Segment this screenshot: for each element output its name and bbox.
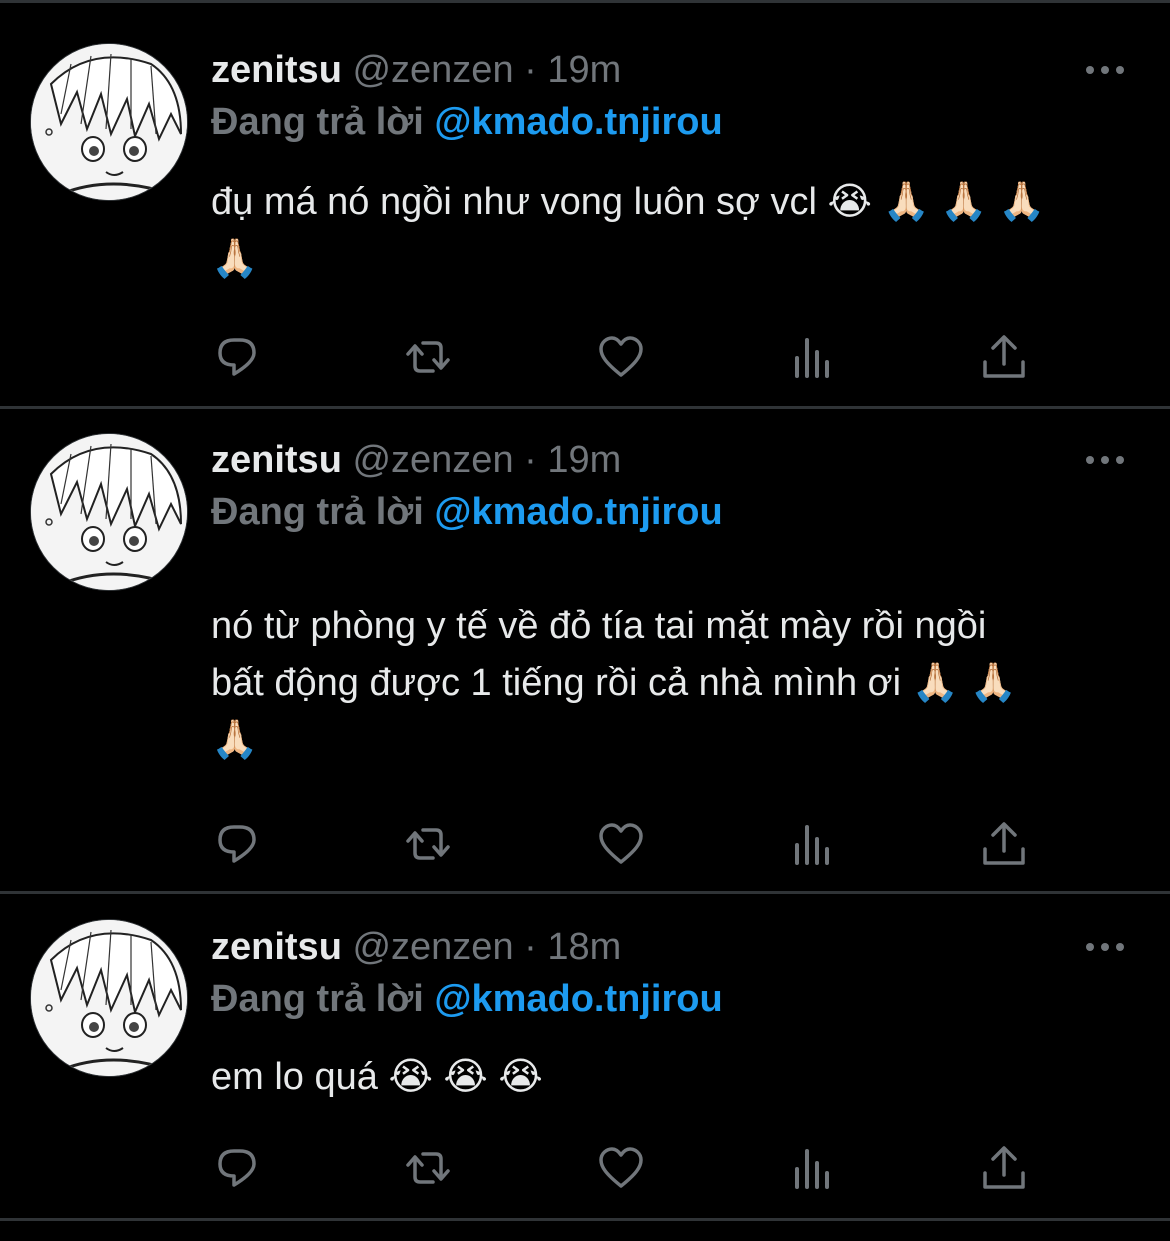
reply-context: Đang trả lời @kmado.tnjirou [211, 976, 723, 1022]
more-options-icon[interactable] [1086, 450, 1126, 470]
tweet-header: zenitsu @zenzen · 18m [211, 924, 621, 970]
analytics-icon[interactable] [787, 819, 837, 869]
tweet-header: zenitsu @zenzen · 19m [211, 437, 621, 483]
user-handle[interactable]: @zenzen [352, 49, 513, 91]
tweet-text: em lo quá 😭 😭 😭 [211, 1056, 543, 1098]
tweet-header: zenitsu @zenzen · 19m [211, 47, 621, 93]
retweet-icon[interactable] [403, 819, 453, 869]
separator: · [524, 49, 537, 91]
display-name[interactable]: zenitsu [211, 439, 342, 481]
mention-link[interactable]: @kmado.tnjirou [434, 101, 722, 143]
tweet-text: đụ má nó ngồi như vong luôn sợ vcl 😭 🙏🏻 … [211, 181, 1046, 280]
separator: · [524, 926, 537, 968]
avatar-image [31, 44, 187, 200]
timestamp[interactable]: 19m [547, 439, 621, 481]
retweet-icon[interactable] [403, 1143, 453, 1193]
share-icon[interactable] [979, 1143, 1029, 1193]
tweet[interactable]: zenitsu @zenzen · 19m Đang trả lời @kmad… [0, 0, 1170, 409]
reply-icon[interactable] [212, 1143, 262, 1193]
display-name[interactable]: zenitsu [211, 926, 342, 968]
mention-link[interactable]: @kmado.tnjirou [434, 978, 722, 1020]
tweet[interactable]: zenitsu @zenzen · 18m Đang trả lời @kmad… [0, 894, 1170, 1221]
tweet-text: nó từ phòng y tế về đỏ tía tai mặt mày r… [211, 605, 1017, 761]
analytics-icon[interactable] [787, 332, 837, 382]
user-handle[interactable]: @zenzen [352, 439, 513, 481]
reply-context: Đang trả lời @kmado.tnjirou [211, 489, 723, 535]
reply-label: Đang trả lời [211, 978, 424, 1020]
avatar[interactable] [30, 433, 188, 591]
like-icon[interactable] [596, 332, 646, 382]
like-icon[interactable] [596, 819, 646, 869]
action-bar [0, 1143, 1170, 1193]
avatar[interactable] [30, 919, 188, 1077]
retweet-icon[interactable] [403, 332, 453, 382]
share-icon[interactable] [979, 332, 1029, 382]
timestamp[interactable]: 18m [547, 926, 621, 968]
reply-context: Đang trả lời @kmado.tnjirou [211, 99, 723, 145]
action-bar [0, 332, 1170, 382]
more-options-icon[interactable] [1086, 60, 1126, 80]
avatar-image [31, 434, 187, 590]
reply-icon[interactable] [212, 819, 262, 869]
share-icon[interactable] [979, 819, 1029, 869]
reply-label: Đang trả lời [211, 101, 424, 143]
user-handle[interactable]: @zenzen [352, 926, 513, 968]
avatar[interactable] [30, 43, 188, 201]
tweet-divider [0, 1218, 1170, 1221]
separator: · [524, 439, 537, 481]
reply-icon[interactable] [212, 332, 262, 382]
avatar-image [31, 920, 187, 1076]
action-bar [0, 819, 1170, 869]
mention-link[interactable]: @kmado.tnjirou [434, 491, 722, 533]
like-icon[interactable] [596, 1143, 646, 1193]
analytics-icon[interactable] [787, 1143, 837, 1193]
more-options-icon[interactable] [1086, 937, 1126, 957]
reply-label: Đang trả lời [211, 491, 424, 533]
tweet[interactable]: zenitsu @zenzen · 19m Đang trả lời @kmad… [0, 409, 1170, 894]
display-name[interactable]: zenitsu [211, 49, 342, 91]
timestamp[interactable]: 19m [547, 49, 621, 91]
